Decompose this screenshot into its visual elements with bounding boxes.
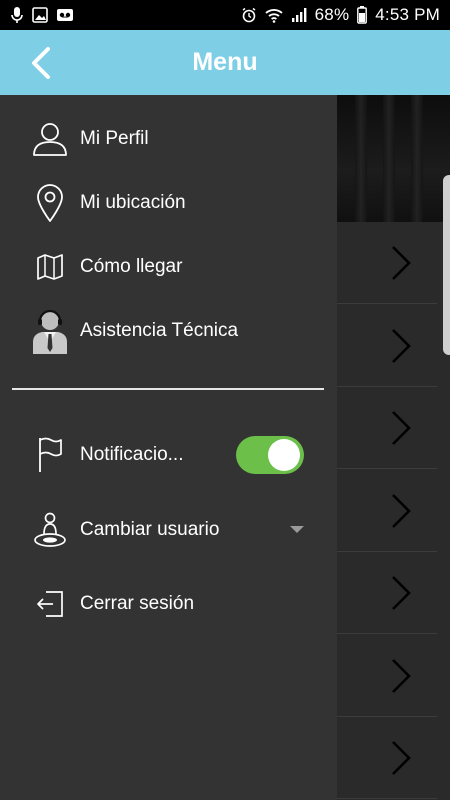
back-button[interactable] [28, 46, 56, 80]
chevron-right-icon [392, 741, 411, 775]
status-bar-right: 68% 4:53 PM [241, 5, 440, 25]
menu-item-label: Notificacio... [80, 444, 184, 465]
alarm-icon [241, 7, 257, 23]
background-list-row[interactable] [337, 470, 437, 552]
background-list-row[interactable] [337, 635, 437, 717]
chevron-right-icon [392, 659, 411, 693]
background-list-row[interactable] [337, 387, 437, 469]
background-list-row[interactable] [337, 222, 437, 304]
background-list-row[interactable] [337, 552, 437, 634]
menu-item-mi-ubicacion[interactable]: Mi ubicación [0, 173, 337, 233]
menu-header: Menu [0, 30, 450, 95]
background-header-image [337, 95, 450, 222]
menu-item-label: Asistencia Técnica [80, 320, 239, 341]
image-icon [32, 7, 48, 23]
signal-icon [291, 7, 307, 23]
menu-item-label: Cómo llegar [80, 256, 183, 277]
map-icon [30, 247, 70, 287]
app-screen: 68% 4:53 PM Menu Mi Perfil Mi ubicación … [0, 0, 450, 800]
wifi-icon [265, 7, 283, 23]
drawer-divider [12, 388, 324, 390]
chevron-right-icon [392, 576, 411, 610]
menu-item-cambiar-usuario[interactable]: Cambiar usuario [0, 500, 337, 560]
support-agent-icon [30, 309, 70, 354]
navigation-drawer: Mi Perfil Mi ubicación Cómo llegar Asist… [0, 95, 337, 800]
menu-item-label: Cerrar sesión [80, 593, 195, 614]
chevron-down-icon[interactable] [290, 526, 304, 533]
menu-item-label: Mi ubicación [80, 192, 186, 213]
toggle-knob [268, 439, 300, 471]
background-page [337, 95, 450, 800]
menu-item-mi-perfil[interactable]: Mi Perfil [0, 109, 337, 169]
battery-percent: 68% [314, 5, 350, 24]
background-scrollbar[interactable] [443, 175, 450, 355]
menu-item-label: Mi Perfil [80, 128, 149, 149]
logout-icon [30, 584, 70, 624]
menu-item-label: Cambiar usuario [80, 519, 220, 540]
voicemail-icon [56, 8, 74, 22]
status-bar: 68% 4:53 PM [0, 0, 450, 30]
menu-item-como-llegar[interactable]: Cómo llegar [0, 237, 337, 297]
status-time: 4:53 PM [375, 5, 440, 24]
background-list-row[interactable] [337, 305, 437, 387]
location-pin-icon [30, 183, 70, 223]
background-list-row[interactable] [337, 717, 437, 799]
battery-icon [357, 6, 368, 24]
chevron-left-icon [32, 47, 50, 79]
flag-icon [30, 435, 70, 475]
status-bar-left [10, 6, 74, 24]
user-icon [30, 119, 70, 159]
page-title: Menu [192, 48, 258, 76]
notifications-toggle[interactable] [236, 436, 304, 474]
change-user-icon [30, 510, 70, 550]
chevron-right-icon [392, 494, 411, 528]
chevron-right-icon [392, 329, 411, 363]
chevron-right-icon [392, 411, 411, 445]
menu-item-asistencia-tecnica[interactable]: Asistencia Técnica [0, 301, 337, 361]
menu-item-cerrar-sesion[interactable]: Cerrar sesión [0, 574, 337, 634]
mic-icon [10, 6, 24, 24]
chevron-right-icon [392, 246, 411, 280]
